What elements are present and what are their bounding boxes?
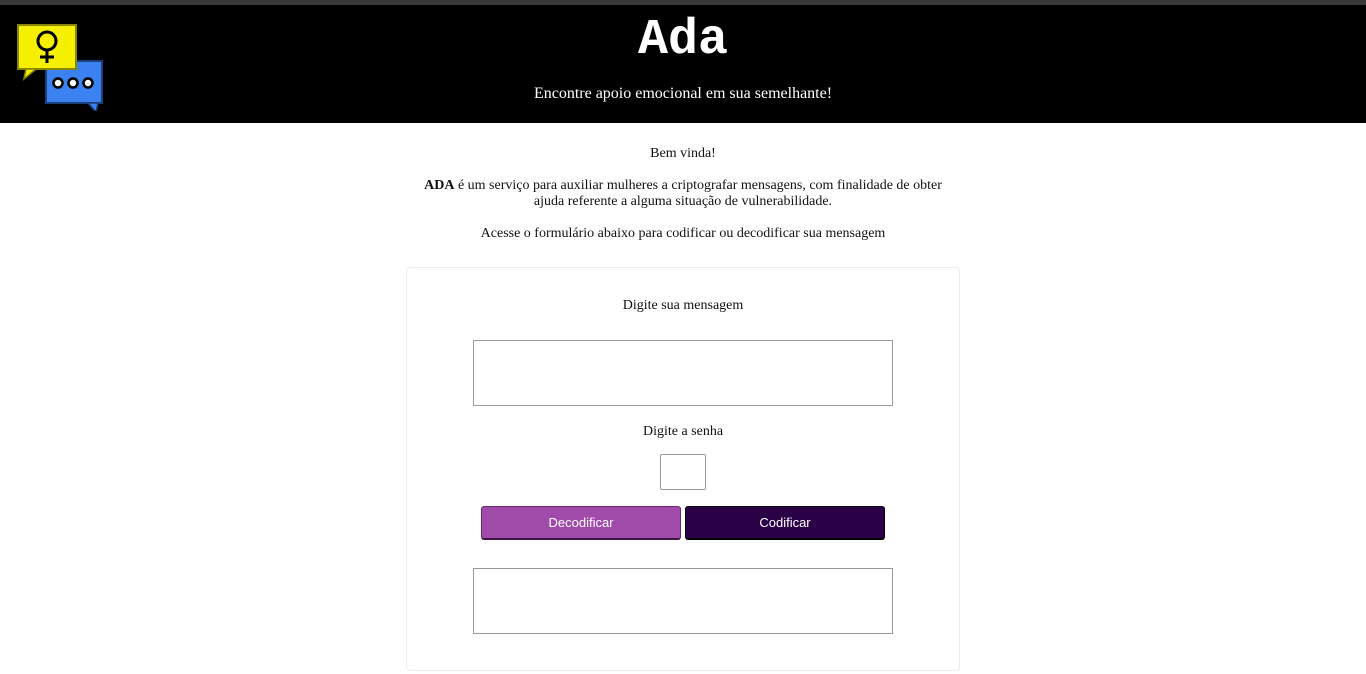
decode-button[interactable]: Decodificar <box>481 506 681 540</box>
intro-section: Bem vinda! ADA é um serviço para auxilia… <box>0 146 1366 258</box>
welcome-text: Bem vinda! <box>650 146 716 161</box>
site-tagline: Encontre apoio emocional em sua semelhan… <box>533 85 833 102</box>
brand-name: ADA <box>424 178 455 193</box>
password-input[interactable] <box>660 454 706 490</box>
site-title: Ada <box>637 12 728 69</box>
form-instruction: Acesse o formulário abaixo para codifica… <box>480 226 886 241</box>
output-textarea[interactable] <box>473 568 893 634</box>
service-description: ADA é um serviço para auxiliar mulheres … <box>413 178 953 210</box>
message-input[interactable] <box>473 340 893 406</box>
description-text: é um serviço para auxiliar mulheres a cr… <box>454 178 942 209</box>
crypto-form: Digite sua mensagem Digite a senha Decod… <box>406 267 960 671</box>
encode-button[interactable]: Codificar <box>685 506 885 540</box>
site-header: Ada Encontre apoio emocional em sua seme… <box>0 5 1366 123</box>
message-label: Digite sua mensagem <box>622 298 744 313</box>
password-label: Digite a senha <box>642 424 724 439</box>
